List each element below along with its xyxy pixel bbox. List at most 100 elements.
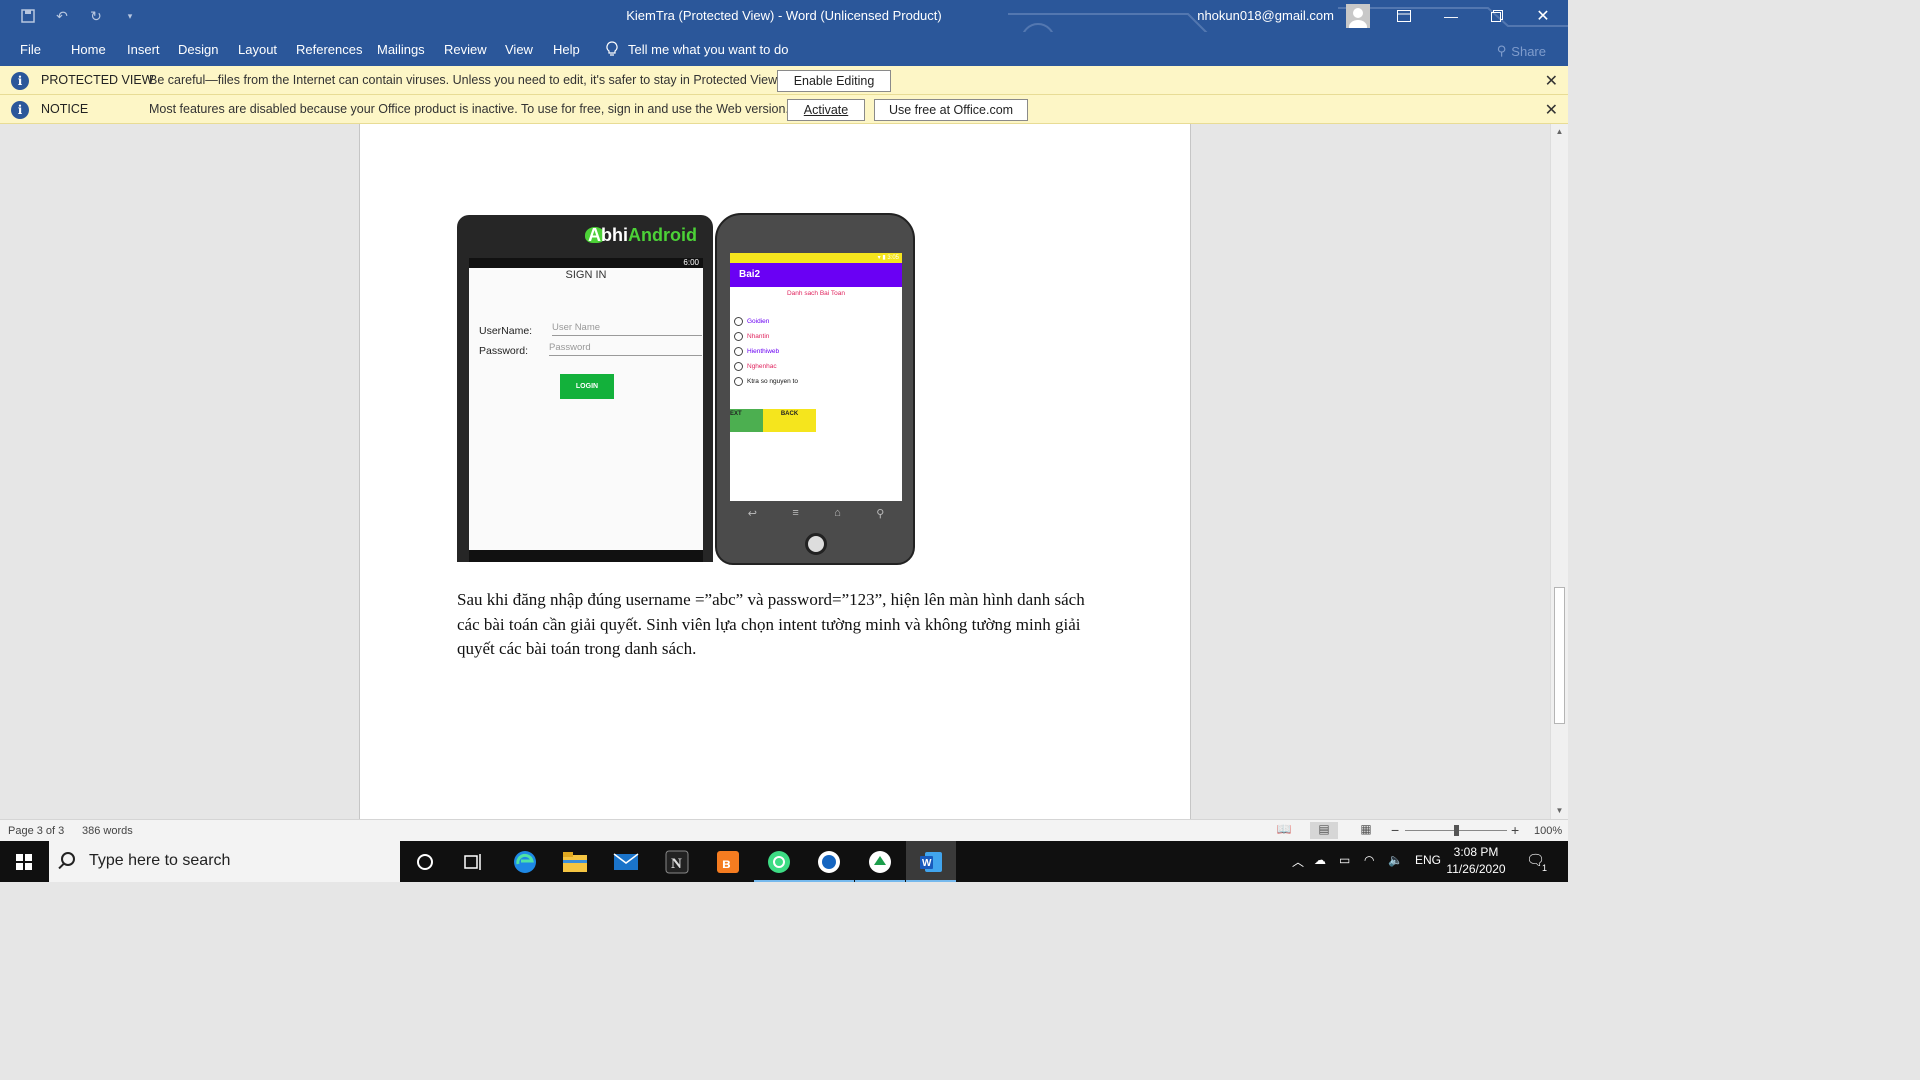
account-email[interactable]: nhokun018@gmail.com: [1197, 8, 1334, 23]
onedrive-icon[interactable]: ☁: [1314, 853, 1326, 867]
taskbar-clock[interactable]: 3:08 PM 11/26/2020: [1440, 844, 1512, 878]
zoom-slider-thumb[interactable]: [1454, 825, 1459, 836]
close-bar-icon[interactable]: ✕: [1545, 100, 1558, 120]
print-layout-icon[interactable]: ▤: [1310, 822, 1338, 839]
notice-bar: i NOTICE Most features are disabled beca…: [0, 95, 1568, 124]
status-bar: ▾ ▮ 3:05: [730, 253, 902, 263]
clock-time: 3:08 PM: [1453, 845, 1499, 859]
app-bar-title: Bai2: [730, 263, 902, 287]
clock-date: 11/26/2020: [1446, 862, 1506, 876]
person-icon: ⚲: [1496, 43, 1507, 58]
info-icon: i: [11, 101, 29, 119]
scroll-down-icon[interactable]: ▼: [1551, 803, 1568, 819]
nav-bar: [469, 550, 703, 562]
taskbar: Type here to search N ʙ W ︿ ☁ ▭ ◠ 🔈 ENG: [0, 841, 1568, 882]
radio-option: Hienthiweb: [734, 347, 779, 356]
login-button-image: LOGIN: [560, 374, 614, 399]
cortana-icon[interactable]: [400, 841, 450, 882]
zoom-out-icon[interactable]: −: [1391, 822, 1399, 838]
notice-label: NOTICE: [41, 102, 89, 116]
radio-option: Goidien: [734, 317, 769, 326]
protected-view-message: Be careful—files from the Internet can c…: [149, 73, 780, 87]
ribbon-display-options-icon[interactable]: [1381, 0, 1427, 32]
back-button-image: BACK: [763, 409, 816, 432]
tab-review[interactable]: Review: [444, 42, 487, 57]
show-hidden-icons-icon[interactable]: ︿: [1292, 853, 1304, 870]
minimize-icon[interactable]: —: [1428, 0, 1474, 32]
search-icon: [61, 852, 75, 866]
tab-layout[interactable]: Layout: [238, 42, 277, 57]
password-field: Password: [549, 342, 702, 356]
brand-logo: AbhiAndroid: [588, 225, 697, 245]
avatar[interactable]: [1346, 4, 1370, 28]
status-bar: Page 3 of 3 386 words 📖 ▤ ▦ − + 100%: [0, 819, 1568, 841]
username-field: User Name: [552, 322, 702, 336]
input-language[interactable]: ENG: [1415, 853, 1441, 867]
volume-icon[interactable]: 🔈: [1388, 853, 1403, 867]
tab-home[interactable]: Home: [71, 42, 106, 57]
restore-icon[interactable]: [1474, 0, 1520, 32]
password-label: Password:: [479, 345, 529, 357]
mail-icon[interactable]: [601, 841, 651, 882]
app-icon[interactable]: [855, 841, 905, 882]
status-bar: 6:00: [469, 258, 703, 268]
android-studio-icon[interactable]: [754, 841, 804, 882]
zoom-in-icon[interactable]: +: [1511, 822, 1519, 838]
search-placeholder: Type here to search: [89, 852, 231, 869]
close-bar-icon[interactable]: ✕: [1545, 71, 1558, 91]
document-paragraph: Sau khi đăng nhập đúng username =”abc” v…: [457, 590, 1085, 658]
tab-help[interactable]: Help: [553, 42, 580, 57]
tab-references[interactable]: References: [296, 42, 362, 57]
page-count[interactable]: Page 3 of 3: [8, 825, 64, 837]
notion-app-icon[interactable]: N: [652, 841, 702, 882]
tab-file[interactable]: File: [20, 42, 41, 57]
xampp-icon[interactable]: ʙ: [703, 841, 753, 882]
radio-option: Nhantin: [734, 332, 769, 341]
info-icon: i: [11, 72, 29, 90]
list-subtitle: Danh sach Bai Toan: [786, 290, 846, 297]
title-bar: ↶ ↻ ▾ KiemTra (Protected View) - Word (U…: [0, 0, 1568, 32]
edge-browser-icon[interactable]: [500, 841, 550, 882]
battery-icon[interactable]: ▭: [1339, 853, 1350, 867]
tab-design[interactable]: Design: [178, 42, 218, 57]
svg-text:W: W: [922, 858, 932, 869]
close-icon[interactable]: ✕: [1520, 0, 1566, 32]
word-count[interactable]: 386 words: [82, 825, 133, 837]
svg-text:ʙ: ʙ: [722, 855, 731, 871]
scroll-thumb[interactable]: [1554, 587, 1565, 724]
tab-insert[interactable]: Insert: [127, 42, 160, 57]
share-label: Share: [1511, 43, 1546, 59]
phone-image-list: ▾ ▮ 3:05 Bai2 Danh sach Bai Toan Goidien…: [715, 213, 915, 565]
use-free-button[interactable]: Use free at Office.com: [874, 99, 1028, 121]
zoom-level[interactable]: 100%: [1534, 825, 1562, 837]
signin-title: SIGN IN: [565, 269, 607, 281]
taskbar-search-box[interactable]: Type here to search: [49, 841, 400, 882]
protected-view-bar: i PROTECTED VIEW Be careful—files from t…: [0, 66, 1568, 95]
enable-editing-button[interactable]: Enable Editing: [777, 70, 891, 92]
read-mode-icon[interactable]: 📖: [1270, 822, 1298, 839]
activate-button[interactable]: Activate: [787, 99, 865, 121]
app-icon[interactable]: [804, 841, 854, 882]
radio-option: Nghenhac: [734, 362, 777, 371]
share-button[interactable]: ⚲ Share: [1497, 43, 1546, 59]
word-app-icon[interactable]: W: [906, 841, 956, 882]
ribbon-tabs: File Home Insert Design Layout Reference…: [0, 32, 1568, 66]
windows-start-icon[interactable]: [0, 841, 48, 882]
document-area[interactable]: AbhiAndroid 6:00 SIGN IN UserName: User …: [0, 124, 1550, 819]
tab-view[interactable]: View: [505, 42, 533, 57]
document-page[interactable]: AbhiAndroid 6:00 SIGN IN UserName: User …: [359, 124, 1191, 819]
vertical-scrollbar[interactable]: ▲ ▼: [1550, 124, 1568, 819]
scroll-up-icon[interactable]: ▲: [1551, 124, 1568, 140]
task-view-icon[interactable]: [449, 841, 499, 882]
phone-screen: ▾ ▮ 3:05 Bai2 Danh sach Bai Toan Goidien…: [730, 253, 902, 501]
tell-me-box[interactable]: Tell me what you want to do: [606, 41, 788, 57]
file-explorer-icon[interactable]: [550, 841, 600, 882]
lightbulb-icon: [606, 41, 618, 56]
wifi-icon[interactable]: ◠: [1364, 853, 1374, 867]
radio-option: Ktra so nguyen to: [734, 377, 798, 386]
tab-mailings[interactable]: Mailings: [377, 42, 425, 57]
web-layout-icon[interactable]: ▦: [1352, 822, 1380, 839]
username-label: UserName:: [479, 325, 533, 337]
phone-home-button: [805, 533, 827, 555]
notice-message: Most features are disabled because your …: [149, 102, 789, 116]
